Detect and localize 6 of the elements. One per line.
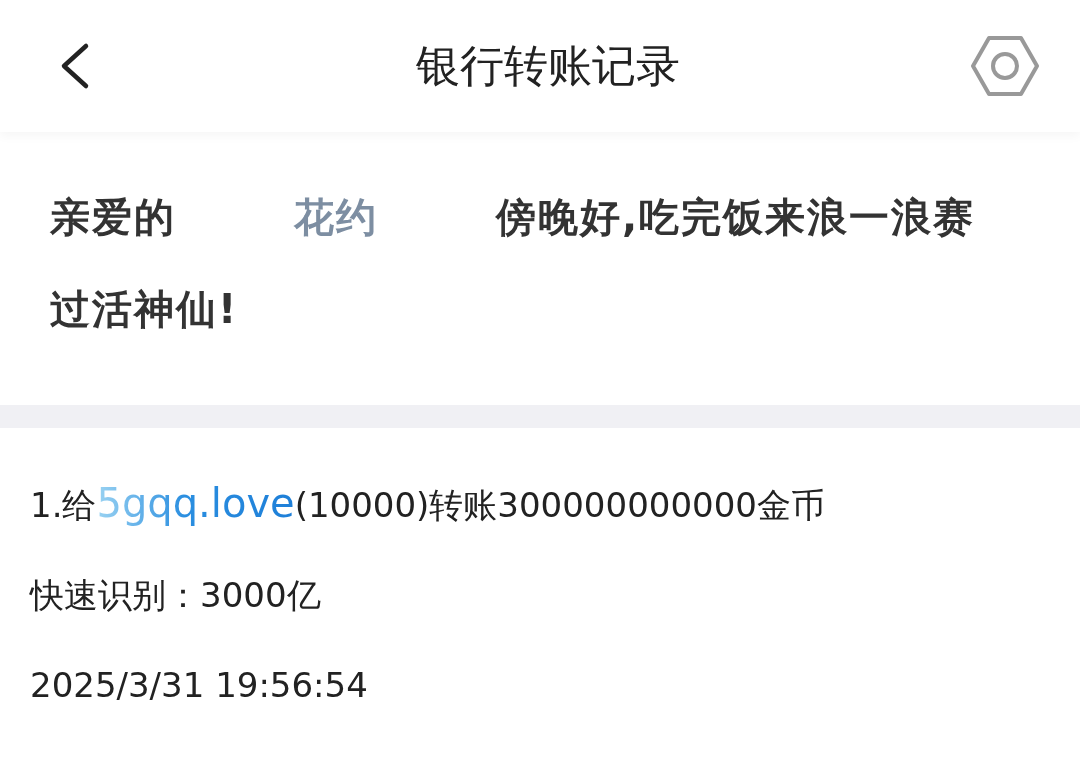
- transfer-text: 1.给5gqq.love(10000)转账300000000000金币: [30, 478, 826, 528]
- settings-button[interactable]: [970, 34, 1040, 99]
- quick-amount-text: 快速识别：3000亿: [30, 574, 322, 617]
- greeting-text: 亲爱的 花约 傍晚好,吃完饭来浪一浪赛过活神仙!: [50, 193, 977, 335]
- page-title: 银行转账记录: [416, 38, 680, 93]
- timestamp-text: 2025/3/31 19:56:54: [30, 664, 369, 707]
